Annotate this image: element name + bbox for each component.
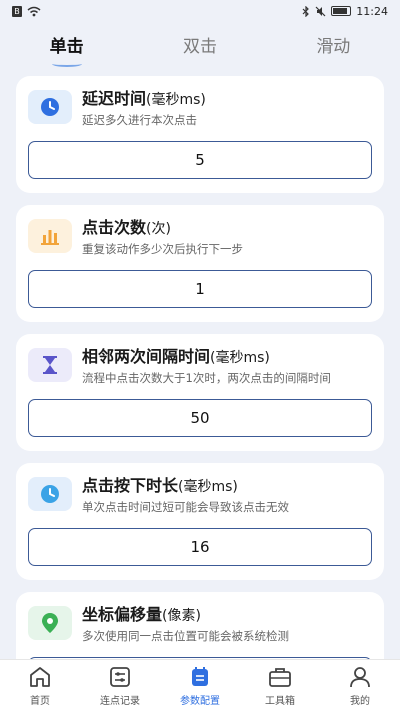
tab-swipe[interactable]: 滑动 (267, 31, 400, 65)
calendar-list-icon (192, 667, 208, 686)
card-click-count: 点击次数(次) 重复该动作多少次后执行下一步 1 (16, 205, 384, 322)
card-press-duration: 点击按下时长(毫秒ms) 单次点击时间过短可能会导致该点击无效 16 (16, 463, 384, 580)
status-time: 11:24 (356, 4, 388, 18)
bluetooth-icon (302, 5, 310, 17)
nav-click-records[interactable]: 连点记录 (80, 660, 160, 711)
card-interval-time: 相邻两次间隔时间(毫秒ms) 流程中点击次数大于1次时，两次点击的间隔时间 50 (16, 334, 384, 451)
bottom-nav: 首页 连点记录 参数配置 工具箱 我的 (0, 659, 400, 711)
nav-label: 工具箱 (265, 696, 295, 707)
bar-chart-icon (28, 219, 72, 253)
toolbox-icon (269, 668, 291, 687)
card-title: 延迟时间(毫秒ms) (82, 89, 206, 108)
card-description: 单次点击时间过短可能会导致该点击无效 (82, 500, 289, 514)
interval-time-input[interactable]: 50 (28, 399, 372, 437)
nav-label: 我的 (350, 696, 370, 707)
sliders-icon (110, 667, 130, 687)
battery-icon (331, 6, 352, 16)
nav-home[interactable]: 首页 (0, 660, 80, 711)
app-badge-icon: B (12, 5, 22, 17)
person-icon (350, 667, 370, 688)
nav-parameter-config[interactable]: 参数配置 (160, 660, 240, 711)
hourglass-icon (28, 348, 72, 382)
nav-label: 参数配置 (180, 696, 220, 707)
mode-tabs: 单击 双击 滑动 (0, 28, 400, 68)
location-pin-icon (28, 606, 72, 640)
mute-icon (315, 6, 326, 16)
home-icon (30, 667, 50, 687)
card-description: 多次使用同一点击位置可能会被系统检测 (82, 629, 289, 643)
press-duration-input[interactable]: 16 (28, 528, 372, 566)
card-description: 流程中点击次数大于1次时，两次点击的间隔时间 (82, 371, 331, 385)
click-count-input[interactable]: 1 (28, 270, 372, 308)
card-delay-time: 延迟时间(毫秒ms) 延迟多久进行本次点击 5 (16, 76, 384, 193)
clock-icon (28, 90, 72, 124)
card-description: 重复该动作多少次后执行下一步 (82, 242, 243, 256)
nav-label: 连点记录 (100, 696, 140, 707)
nav-toolbox[interactable]: 工具箱 (240, 660, 320, 711)
clock-icon (28, 477, 72, 511)
delay-time-input[interactable]: 5 (28, 141, 372, 179)
card-title: 坐标偏移量(像素) (82, 605, 201, 624)
card-title: 点击次数(次) (82, 218, 171, 237)
nav-label: 首页 (30, 696, 50, 707)
card-title: 点击按下时长(毫秒ms) (82, 476, 238, 495)
tab-single-click[interactable]: 单击 (0, 31, 133, 67)
status-bar: B 11:24 (0, 0, 400, 22)
settings-list: 延迟时间(毫秒ms) 延迟多久进行本次点击 5 点击次数(次) 重复该动作多少次… (16, 76, 384, 711)
wifi-icon (27, 6, 41, 16)
nav-profile[interactable]: 我的 (320, 660, 400, 711)
card-title: 相邻两次间隔时间(毫秒ms) (82, 347, 270, 366)
tab-double-click[interactable]: 双击 (133, 31, 266, 65)
card-description: 延迟多久进行本次点击 (82, 113, 197, 127)
